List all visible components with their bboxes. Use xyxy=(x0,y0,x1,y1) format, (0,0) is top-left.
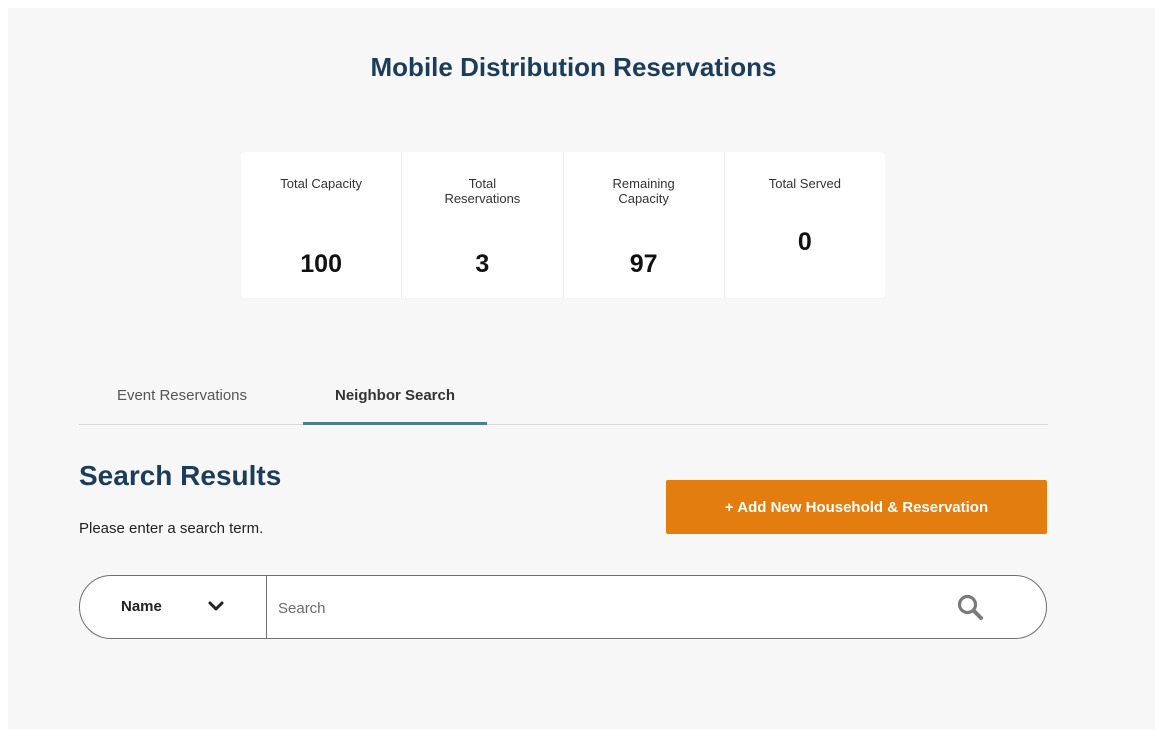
stat-total-reservations: Total Reservations 3 xyxy=(402,152,564,298)
search-type-dropdown[interactable]: Name xyxy=(80,576,267,638)
stat-label: Total Reservations xyxy=(444,176,521,206)
tab-neighbor-search[interactable]: Neighbor Search xyxy=(303,380,487,425)
stat-label: Remaining Capacity xyxy=(612,176,675,206)
stat-label: Total Served xyxy=(768,176,841,191)
search-icon[interactable] xyxy=(956,593,984,621)
stat-value: 0 xyxy=(797,228,812,256)
stat-value: 97 xyxy=(629,250,658,278)
stat-total-capacity: Total Capacity 100 xyxy=(241,152,403,298)
stat-value: 100 xyxy=(300,250,342,278)
tab-bar: Event Reservations Neighbor Search xyxy=(79,380,1048,425)
stat-value: 3 xyxy=(475,250,490,278)
tab-event-reservations[interactable]: Event Reservations xyxy=(79,380,285,424)
search-input[interactable] xyxy=(276,590,940,626)
search-bar: Name xyxy=(79,575,1047,639)
stat-remaining-capacity: Remaining Capacity 97 xyxy=(564,152,725,298)
add-household-button[interactable]: + Add New Household & Reservation xyxy=(666,480,1047,534)
stat-total-served: Total Served 0 xyxy=(725,152,885,298)
stat-label: Total Capacity xyxy=(280,176,362,191)
stats-card: Total Capacity 100 Total Reservations 3 … xyxy=(241,152,885,298)
search-results-title: Search Results xyxy=(79,460,282,491)
search-hint: Please enter a search term. xyxy=(79,520,264,537)
page-title: Mobile Distribution Reservations xyxy=(370,52,777,82)
main-panel: Mobile Distribution Reservations Total C… xyxy=(8,8,1155,729)
chevron-down-icon xyxy=(208,601,224,611)
search-type-label: Name xyxy=(121,598,162,615)
